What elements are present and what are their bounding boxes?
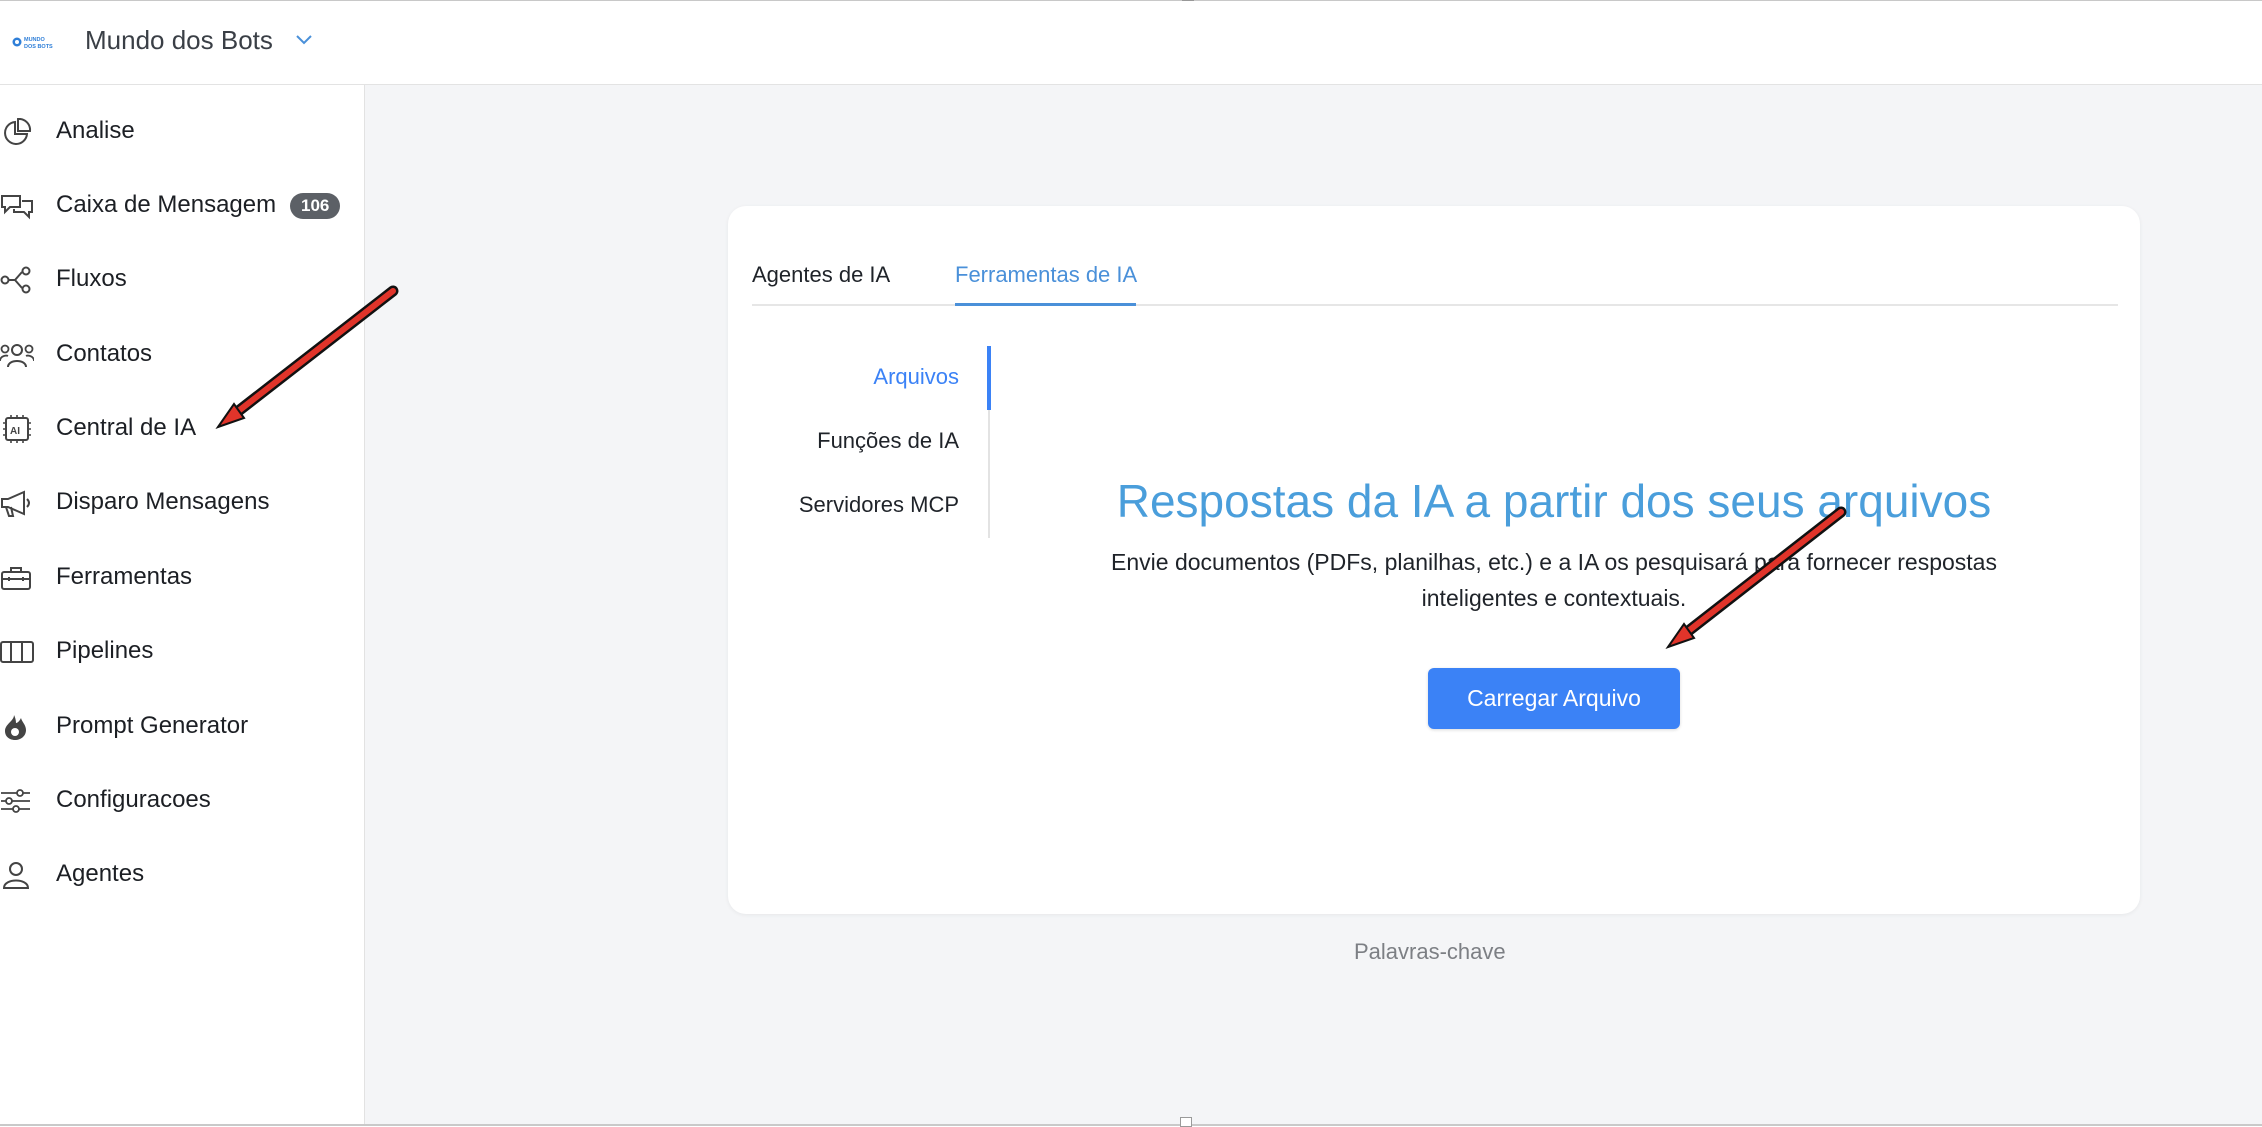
active-subtab-indicator [987,346,991,410]
description-line-2: inteligentes e contextuais. [1421,585,1687,611]
tab-agentes-de-ia[interactable]: Agentes de IA [752,262,890,288]
person-icon [2,862,30,889]
empty-state-title: Respostas da IA a partir dos seus arquiv… [1116,475,1992,527]
toolbox-icon [1,567,31,590]
sidebar-item-label: Central de IA [56,414,197,441]
logo-text-line1: MUNDO [24,37,45,43]
sidebar-item-caixa-de-mensagem[interactable]: Caixa de Mensagem 106 [0,180,364,230]
sidebar-item-pipelines[interactable]: Pipelines [0,626,364,676]
flame-icon [5,715,26,740]
svg-text:AI: AI [10,426,20,437]
columns-icon [0,641,34,663]
sidebar-item-label: Fluxos [56,265,127,292]
sidebar-item-label: Pipelines [56,637,154,664]
description-line-1: Envie documentos (PDFs, planilhas, etc.)… [1111,549,1997,575]
subtab-servidores-mcp[interactable]: Servidores MCP [799,492,959,518]
sidebar-item-contatos[interactable]: Contatos [0,329,364,379]
sidebar-item-label: Caixa de Mensagem [56,191,277,218]
sidebar-item-central-de-ia[interactable]: AI Central de IA [0,403,364,453]
users-icon [0,344,34,368]
workspace-name[interactable]: Mundo dos Bots [85,25,273,56]
sidebar-item-agentes[interactable]: Agentes [0,849,364,899]
keywords-link[interactable]: Palavras-chave [1354,939,1506,965]
sidebar-item-disparo-mensagens[interactable]: Disparo Mensagens [0,477,364,527]
chat-bubbles-icon [1,195,33,220]
sidebar-item-ferramentas[interactable]: Ferramentas [0,552,364,602]
sliders-icon [1,789,30,813]
brand-logo[interactable]: MUNDO DOS BOTS [12,34,58,50]
top-header: MUNDO DOS BOTS Mundo dos Bots [0,1,2262,85]
sidebar-item-label: Prompt Generator [56,712,249,739]
sidebar-item-label: Analise [56,117,135,144]
pie-chart-icon [4,118,32,145]
megaphone-icon [1,490,30,517]
tab-ferramentas-de-ia[interactable]: Ferramentas de IA [955,262,1137,288]
sidebar-item-label: Agentes [56,860,145,887]
sidebar-item-configuracoes[interactable]: Configuracoes [0,775,364,825]
sidebar-item-label: Disparo Mensagens [56,488,270,515]
empty-state-description: Envie documentos (PDFs, planilhas, etc.)… [1090,544,2018,616]
active-tab-indicator [955,303,1136,306]
sidebar-item-fluxos[interactable]: Fluxos [0,254,364,304]
sidebar-item-label: Configuracoes [56,786,211,813]
flow-nodes-icon [0,266,31,294]
chevron-down-icon[interactable] [294,31,314,47]
logo-text-line2: DOS BOTS [24,44,53,50]
ai-chip-icon: AI [3,415,31,443]
sidebar-item-label: Ferramentas [56,563,193,590]
upload-file-button[interactable]: Carregar Arquivo [1428,668,1680,729]
sidebar-item-label: Contatos [56,340,153,367]
sidebar: Analise Caixa de Mensagem 106 Fluxos Con… [0,85,365,1124]
subtab-arquivos[interactable]: Arquivos [873,364,959,390]
sidebar-item-prompt-generator[interactable]: Prompt Generator [0,701,364,751]
unread-count-badge: 106 [290,193,341,219]
sidebar-item-analise[interactable]: Analise [0,106,364,156]
subtab-funcoes-de-ia[interactable]: Funções de IA [817,428,959,454]
